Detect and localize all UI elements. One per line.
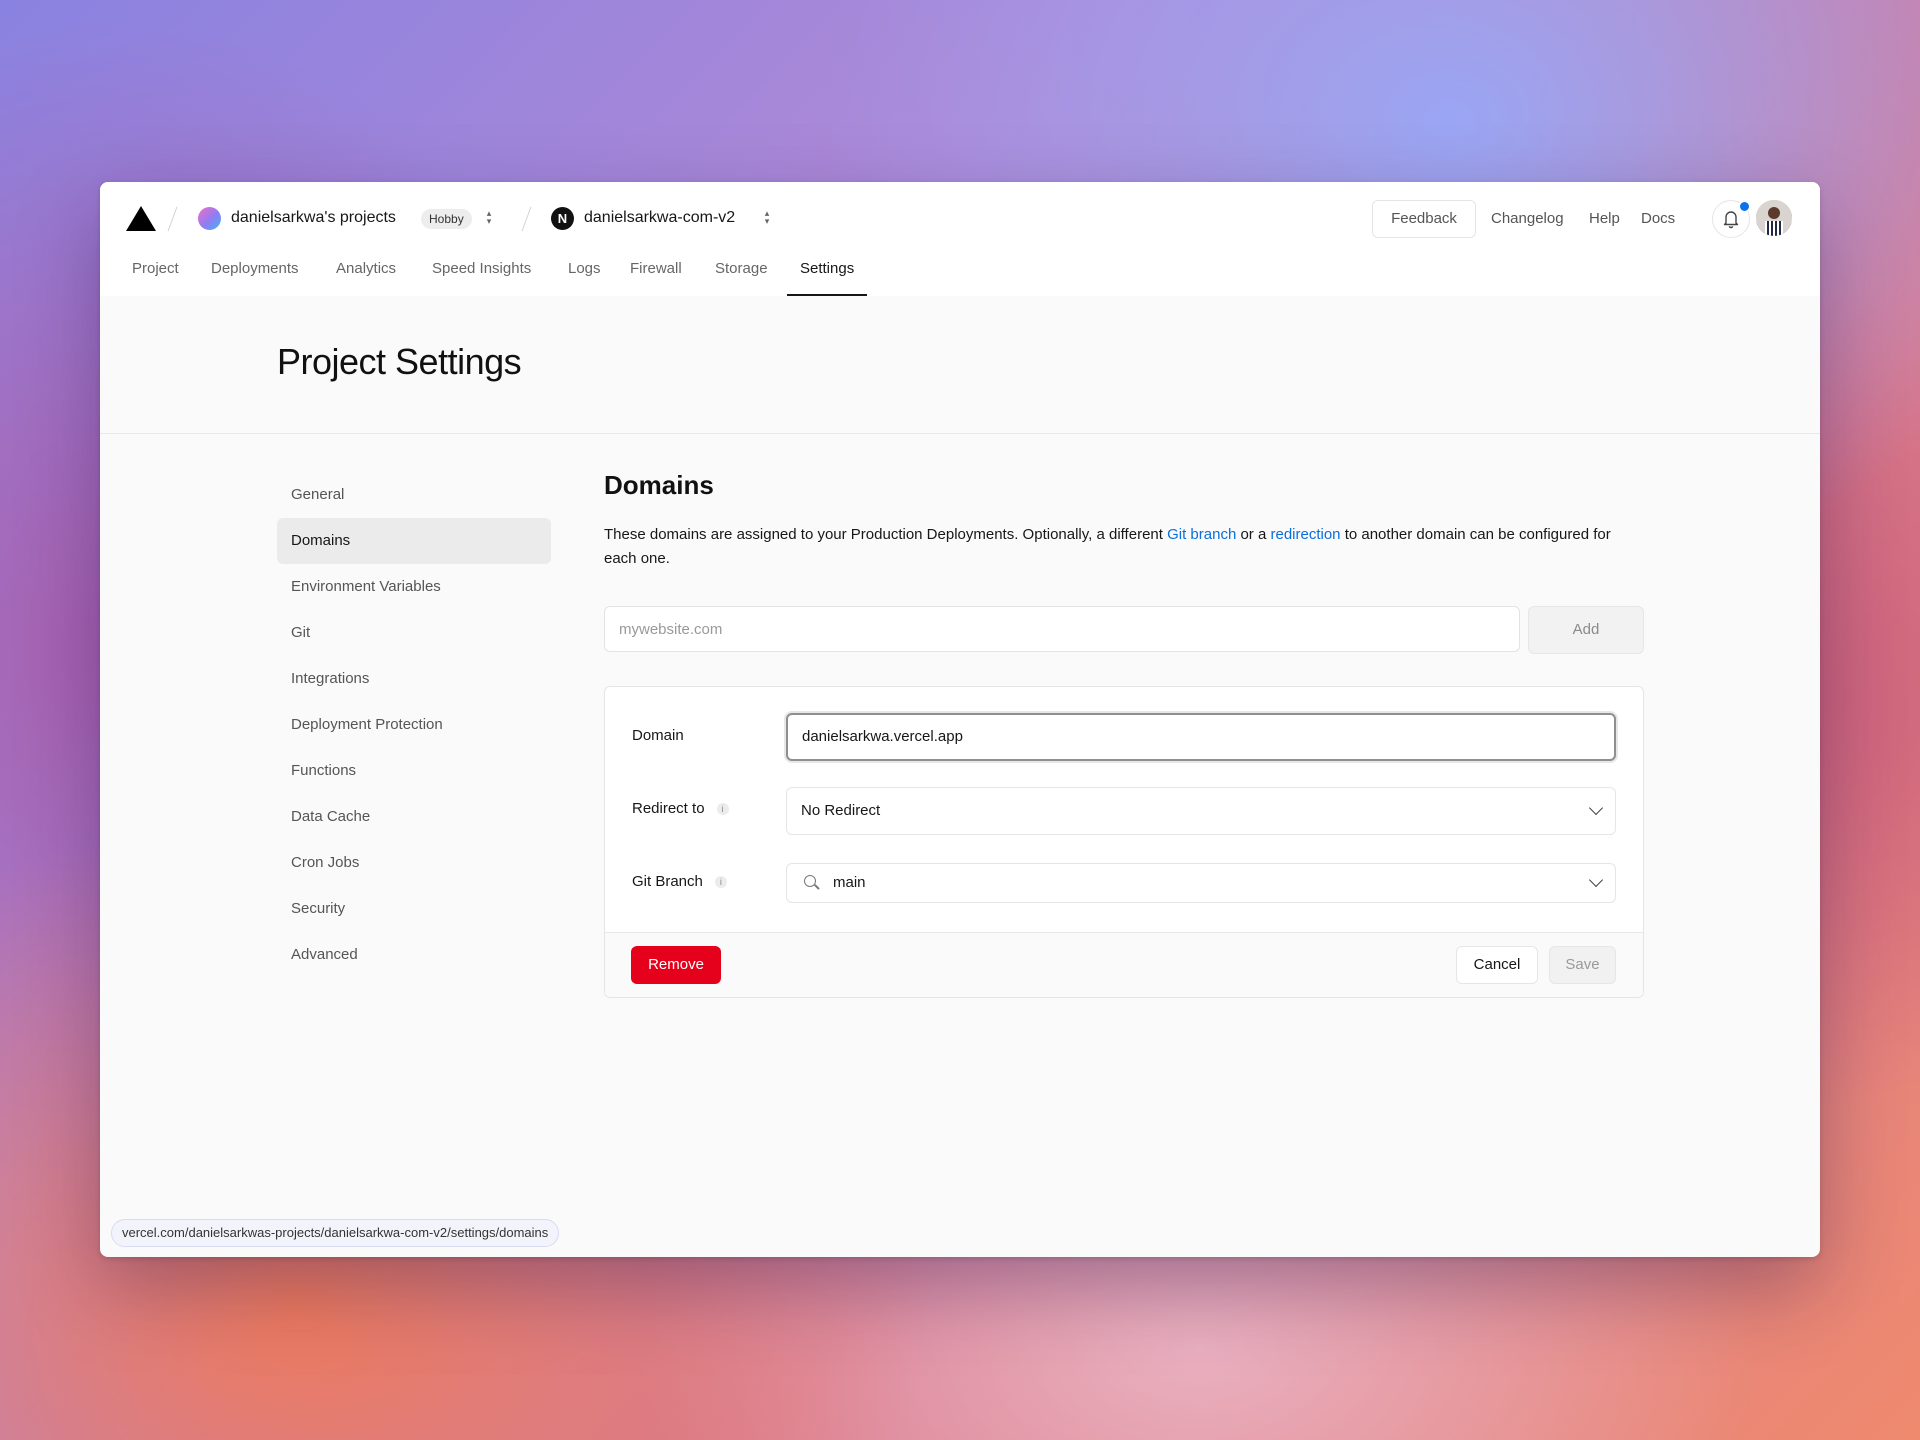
domain-label: Domain (632, 727, 684, 744)
page-title: Project Settings (277, 341, 522, 382)
domain-name-field[interactable]: danielsarkwa.vercel.app (786, 713, 1616, 761)
settings-sidebar: General Domains Environment Variables Gi… (277, 472, 551, 978)
tab-settings[interactable]: Settings (787, 254, 868, 296)
add-domain-button[interactable]: Add (1528, 606, 1644, 654)
git-branch-link[interactable]: Git branch (1167, 526, 1236, 543)
project-name[interactable]: danielsarkwa-com-v2 (584, 209, 735, 227)
info-icon[interactable]: i (716, 803, 729, 816)
sidebar-item-data-cache[interactable]: Data Cache (277, 794, 551, 840)
tab-analytics[interactable]: Analytics (336, 254, 396, 296)
breadcrumb-separator-icon (521, 206, 532, 232)
sidebar-item-domains[interactable]: Domains (277, 518, 551, 564)
sidebar-item-security[interactable]: Security (277, 886, 551, 932)
notification-dot (1739, 201, 1750, 212)
section-title: Domains (604, 470, 714, 500)
team-switcher-icon[interactable]: ▴ ▾ (484, 209, 494, 227)
status-url-tooltip: vercel.com/danielsarkwas-projects/daniel… (111, 1219, 560, 1247)
search-icon (804, 875, 816, 887)
description-text: These domains are assigned to your Produ… (604, 526, 1168, 543)
plan-badge: Hobby (421, 209, 472, 229)
sidebar-item-environment-variables[interactable]: Environment Variables (277, 564, 551, 610)
tab-firewall[interactable]: Firewall (630, 254, 682, 296)
add-domain-row: Add (604, 606, 1644, 654)
redirect-value: No Redirect (801, 802, 881, 819)
project-tabs: Project Deployments Analytics Speed Insi… (100, 254, 1820, 296)
sidebar-item-integrations[interactable]: Integrations (277, 656, 551, 702)
chevron-down-icon (1588, 800, 1604, 816)
git-branch-select[interactable]: main (786, 863, 1616, 903)
tab-speed-insights[interactable]: Speed Insights (432, 254, 531, 296)
cancel-button[interactable]: Cancel (1456, 946, 1538, 984)
vercel-logo-icon[interactable] (126, 206, 156, 231)
tab-storage[interactable]: Storage (715, 254, 768, 296)
sidebar-item-git[interactable]: Git (277, 610, 551, 656)
domain-card: Domain danielsarkwa.vercel.app Redirect … (604, 686, 1644, 998)
header-bar: danielsarkwa's projects Hobby ▴ ▾ N danie… (100, 182, 1820, 254)
description-text: or a (1236, 526, 1271, 543)
remove-button[interactable]: Remove (631, 946, 721, 984)
breadcrumb-separator-icon (167, 206, 178, 232)
redirect-label: Redirect to i (632, 800, 729, 817)
tab-deployments[interactable]: Deployments (211, 254, 299, 296)
sidebar-item-deployment-protection[interactable]: Deployment Protection (277, 702, 551, 748)
sidebar-item-functions[interactable]: Functions (277, 748, 551, 794)
domain-name-value: danielsarkwa.vercel.app (802, 728, 963, 745)
sidebar-item-advanced[interactable]: Advanced (277, 932, 551, 978)
nextjs-project-icon: N (551, 207, 574, 230)
sidebar-item-cron-jobs[interactable]: Cron Jobs (277, 840, 551, 886)
tab-logs[interactable]: Logs (568, 254, 601, 296)
redirect-label-text: Redirect to (632, 800, 705, 817)
info-icon[interactable]: i (714, 876, 727, 889)
page-header: Project Settings (100, 296, 1820, 434)
chevron-down-icon (1588, 872, 1604, 888)
add-domain-input[interactable] (604, 606, 1520, 652)
browser-window: danielsarkwa's projects Hobby ▴ ▾ N danie… (100, 182, 1820, 1257)
save-button[interactable]: Save (1549, 946, 1616, 984)
card-footer: Remove Cancel Save (605, 932, 1643, 997)
git-branch-value: main (833, 874, 866, 891)
top-navigation: danielsarkwa's projects Hobby ▴ ▾ N danie… (100, 182, 1820, 297)
project-switcher-icon[interactable]: ▴ ▾ (762, 209, 772, 227)
domains-section: Domains These domains are assigned to yo… (604, 470, 1644, 998)
redirection-link[interactable]: redirection (1270, 526, 1340, 543)
team-name[interactable]: danielsarkwa's projects (231, 209, 396, 227)
user-photo-icon (1756, 200, 1792, 236)
tab-project[interactable]: Project (132, 254, 179, 296)
redirect-select[interactable]: No Redirect (786, 787, 1616, 835)
section-description: These domains are assigned to your Produ… (604, 523, 1614, 571)
changelog-link[interactable]: Changelog (1491, 210, 1564, 227)
team-avatar[interactable] (198, 207, 221, 230)
sidebar-item-general[interactable]: General (277, 472, 551, 518)
feedback-button[interactable]: Feedback (1372, 200, 1476, 238)
help-link[interactable]: Help (1589, 210, 1620, 227)
docs-link[interactable]: Docs (1641, 210, 1675, 227)
git-branch-label: Git Branch i (632, 873, 727, 890)
user-avatar[interactable] (1756, 200, 1792, 236)
git-branch-label-text: Git Branch (632, 873, 703, 890)
